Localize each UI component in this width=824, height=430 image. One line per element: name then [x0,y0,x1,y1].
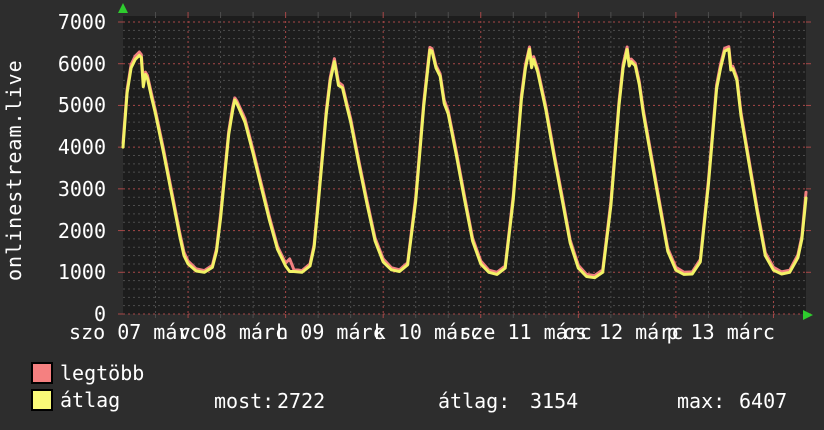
x-axis-arrow [803,310,813,320]
x-tick-label: p 13 márc [666,320,775,344]
y-tick-label: 6000 [57,51,106,76]
legend-label-avg: átlag [60,388,121,412]
stat-most-value: 2722 [277,389,326,413]
stat-max-value: 6407 [739,389,788,413]
y-tick-label: 1000 [57,260,106,285]
y-tick-label: 2000 [57,218,106,243]
stat-atlag-label: átlag: [438,389,511,413]
y-tick-label: 5000 [57,93,106,118]
rrd-graph-window: onlinestream.live 0 1000 2000 3000 4000 5000 6… [0,0,824,430]
legend-swatch-max [31,362,53,384]
y-tick-label: 4000 [57,135,106,160]
x-tick-label: h 09 márc [276,320,385,344]
stat-max-label: max: [677,389,726,413]
y-axis-arrow [118,3,128,13]
legend-swatch-avg [31,389,53,411]
stat-atlag-value: 3154 [530,389,579,413]
stat-most-label: most: [214,389,275,413]
x-tick-label: v 08 márc [178,320,288,344]
y-tick-label: 3000 [57,176,106,201]
legend-label-max: legtöbb [60,361,145,385]
y-tick-label: 7000 [57,10,106,34]
x-tick-label: cs 12 márc [562,320,684,344]
